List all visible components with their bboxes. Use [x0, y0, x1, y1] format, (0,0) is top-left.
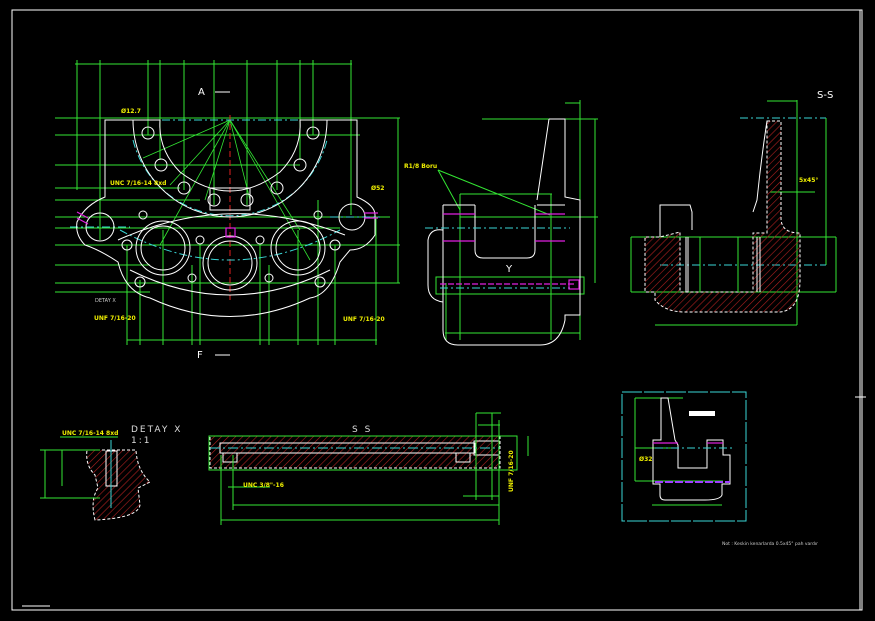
section-title: S-S	[817, 90, 833, 101]
front-holes	[76, 126, 378, 291]
callout-unc: UNC 7/16-14 8xd	[110, 180, 166, 187]
section-marker-f: F	[197, 350, 203, 361]
detail-x-view: DETAY X 1:1 UNC 7/16-14 8xd	[40, 425, 182, 521]
side-view: R1/8 Boru Y	[404, 100, 598, 346]
small-view: Ø32	[621, 391, 747, 522]
chamfer-label: 5x45°	[799, 177, 818, 184]
callout-unf-left: UNF 7/16-20	[94, 315, 136, 322]
callout-unf-right: UNF 7/16-20	[343, 316, 385, 323]
small-view-diameter: Ø32	[639, 456, 652, 463]
bar-title: S S	[352, 425, 372, 435]
front-outline	[76, 119, 376, 317]
drawing-note: Not : Keskin kenarlarda 0.5x45° pah vard…	[722, 541, 818, 547]
view-letter-y: Y	[505, 264, 513, 275]
section-marker-a: A	[198, 87, 205, 98]
cad-drawing-canvas: A F Ø12.7 UNC 7/16-14 8xd Ø52 DETAY X UN…	[11, 9, 866, 611]
detail-title: DETAY X	[131, 425, 182, 435]
pipe-label: R1/8 Boru	[404, 163, 437, 170]
bar-section-view: S S UNC 3/8"-16 UNF 7/16-20	[208, 412, 529, 525]
detail-thread-label: UNC 7/16-14 8xd	[62, 430, 118, 437]
callout-detail-x: DETAY X	[95, 298, 116, 304]
section-s-s-view: S-S 5x45°	[630, 90, 837, 326]
bolt-circle-rays	[142, 119, 311, 261]
detail-scale: 1:1	[131, 436, 151, 446]
bar-thread-right: UNF 7/16-20	[508, 450, 515, 492]
bar-thread-label: UNC 3/8"-16	[243, 482, 284, 489]
callout-dia52: Ø52	[371, 185, 384, 192]
callout-hole-dia: Ø12.7	[121, 108, 141, 115]
center-lines	[70, 115, 380, 300]
front-view: A F Ø12.7 UNC 7/16-14 8xd Ø52 DETAY X UN…	[55, 60, 400, 361]
